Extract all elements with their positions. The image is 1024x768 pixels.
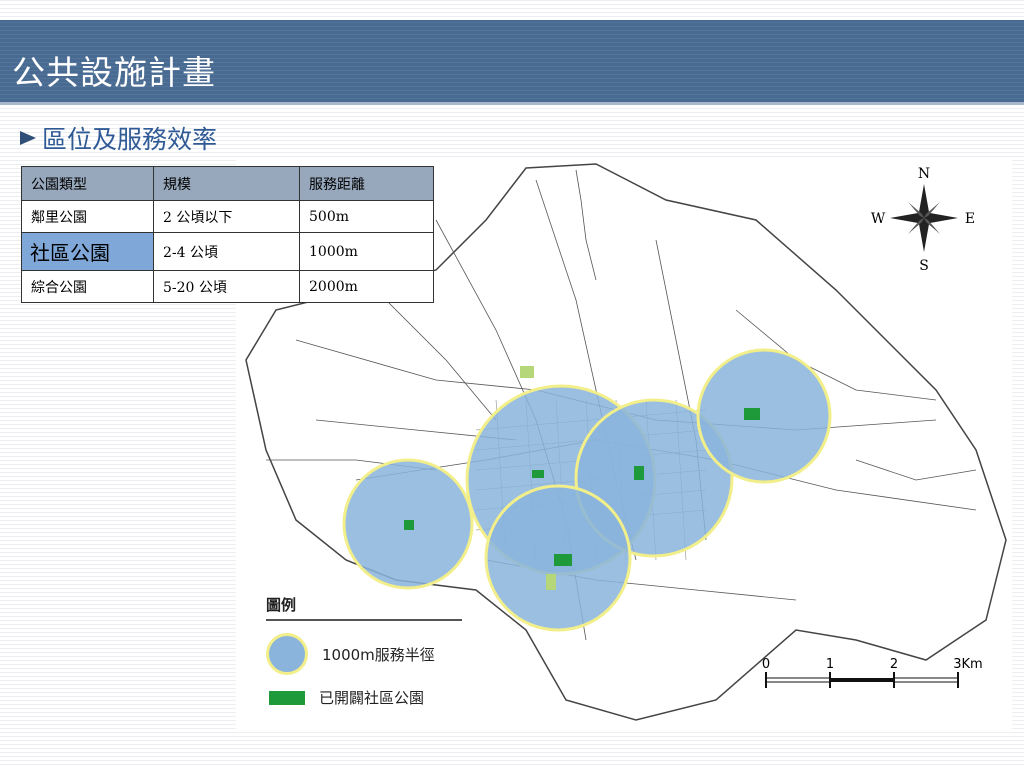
subtitle-text: 區位及服務效率 — [42, 125, 218, 154]
legend-item-service-radius: 1000m服務半徑 — [266, 633, 462, 675]
park-marker — [532, 470, 544, 478]
cell-scale: 2-4 公頃 — [153, 232, 300, 271]
header-park-type: 公園類型 — [21, 166, 154, 201]
cell-park-type: 綜合公園 — [21, 270, 154, 303]
compass-e: E — [965, 211, 975, 227]
cell-distance: 2000m — [299, 270, 434, 303]
scale-bar-drawing: 0 1 2 3Km — [762, 657, 983, 688]
table-row: 鄰里公園 2 公頃以下 500m — [21, 200, 434, 233]
subtitle: 區位及服務效率 — [20, 120, 217, 156]
park-marker — [744, 408, 760, 420]
header-scale: 規模 — [153, 166, 300, 201]
scale-segment — [765, 677, 831, 683]
cell-park-type-highlighted: 社區公園 — [21, 232, 154, 271]
bullet-arrow-icon — [20, 131, 36, 145]
park-marker — [634, 466, 644, 480]
compass-s: S — [919, 258, 929, 274]
service-circle — [696, 348, 832, 484]
cell-distance: 1000m — [299, 232, 434, 271]
park-swatch-icon — [269, 690, 305, 705]
compass-rose: N S E W — [871, 166, 975, 274]
park-service-table: 公園類型 規模 服務距離 鄰里公園 2 公頃以下 500m 社區公園 2-4 公… — [21, 166, 434, 303]
table-row-highlighted: 社區公園 2-4 公頃 1000m — [21, 232, 434, 271]
scale-label: 2 — [890, 657, 898, 672]
map-legend: 圖例 1000m服務半徑 已開闢社區公園 — [266, 594, 462, 708]
compass-n: N — [918, 166, 930, 182]
title-bar: 公共設施計畫 — [0, 20, 1024, 105]
planned-park-marker — [546, 574, 556, 590]
scale-bar: 0 1 2 3Km — [762, 656, 992, 700]
cell-distance: 500m — [299, 200, 434, 233]
scale-segment — [830, 678, 894, 682]
scale-label: 1 — [826, 657, 834, 672]
table-row: 綜合公園 5-20 公頃 2000m — [21, 270, 434, 303]
header-service-distance: 服務距離 — [299, 166, 434, 201]
planned-park-marker — [520, 366, 534, 378]
slide-title: 公共設施計畫 — [12, 53, 216, 92]
compass-w: W — [871, 211, 886, 227]
cell-scale: 2 公頃以下 — [153, 200, 300, 233]
scale-label: 0 — [762, 657, 770, 672]
service-radius-swatch-icon — [266, 633, 308, 675]
park-marker — [404, 520, 414, 530]
legend-title: 圖例 — [266, 594, 462, 621]
table-header-row: 公園類型 規模 服務距離 — [21, 166, 434, 201]
legend-label-opened-parks: 已開闢社區公園 — [319, 689, 425, 707]
park-marker — [554, 554, 572, 566]
legend-label-service-radius: 1000m服務半徑 — [322, 645, 435, 664]
scale-label: 3Km — [953, 657, 982, 672]
scale-segment — [893, 677, 959, 683]
cell-scale: 5-20 公頃 — [153, 270, 300, 303]
legend-item-opened-parks: 已開闢社區公園 — [266, 687, 462, 708]
cell-park-type: 鄰里公園 — [21, 200, 154, 233]
